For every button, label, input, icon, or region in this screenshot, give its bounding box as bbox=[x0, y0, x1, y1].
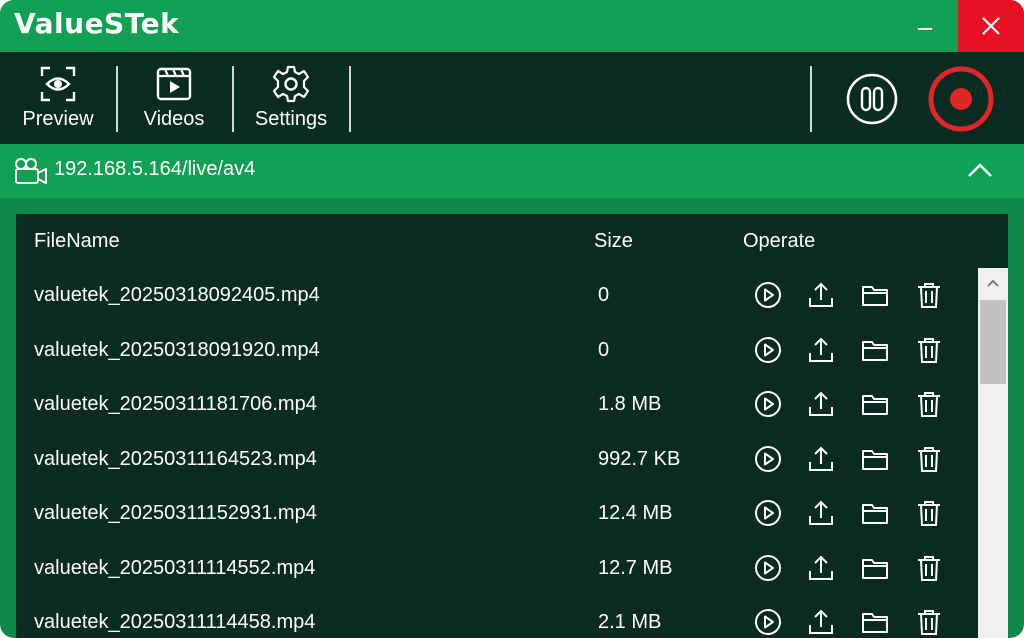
upload-icon[interactable] bbox=[806, 607, 836, 637]
stream-url: 192.168.5.164/live/av4 bbox=[54, 158, 256, 180]
file-name: valuetek_20250311114552.mp4 bbox=[34, 556, 316, 579]
table-row: valuetek_20250318091920.mp4 0 bbox=[16, 323, 976, 377]
close-icon bbox=[982, 17, 1000, 35]
upload-icon[interactable] bbox=[806, 444, 836, 474]
delete-icon[interactable] bbox=[914, 444, 944, 474]
folder-icon[interactable] bbox=[860, 498, 890, 528]
play-icon[interactable] bbox=[753, 444, 783, 474]
play-icon[interactable] bbox=[753, 280, 783, 310]
eye-scan-icon bbox=[40, 66, 76, 102]
header-filename: FileName bbox=[34, 230, 120, 252]
delete-icon[interactable] bbox=[914, 335, 944, 365]
file-size: 12.4 MB bbox=[598, 502, 673, 524]
settings-button[interactable]: Settings bbox=[241, 64, 341, 131]
videos-button[interactable]: Videos bbox=[124, 64, 224, 131]
file-name: valuetek_20250311114458.mp4 bbox=[34, 611, 316, 633]
table-header: FileName Size Operate bbox=[16, 214, 1008, 268]
scrollbar[interactable] bbox=[978, 268, 1008, 638]
upload-icon[interactable] bbox=[806, 498, 836, 528]
play-icon[interactable] bbox=[753, 389, 783, 419]
file-size: 992.7 KB bbox=[598, 447, 681, 470]
chevron-up-icon[interactable] bbox=[966, 160, 994, 180]
upload-icon[interactable] bbox=[806, 389, 836, 419]
minimize-button[interactable] bbox=[902, 0, 958, 52]
upload-icon[interactable] bbox=[806, 280, 836, 310]
stream-bar[interactable]: 192.168.5.164/live/av4 bbox=[0, 144, 1024, 198]
play-icon[interactable] bbox=[753, 553, 783, 583]
file-name: valuetek_20250318091920.mp4 bbox=[34, 338, 320, 361]
delete-icon[interactable] bbox=[914, 280, 944, 310]
file-size: 2.1 MB bbox=[598, 611, 662, 633]
folder-icon[interactable] bbox=[860, 553, 890, 583]
table-row: valuetek_20250311164523.mp4 992.7 KB bbox=[16, 432, 976, 486]
file-name: valuetek_20250318092405.mp4 bbox=[34, 284, 320, 306]
toolbar-divider bbox=[349, 66, 351, 132]
title-bar: ValueSTek bbox=[0, 0, 1024, 52]
folder-icon[interactable] bbox=[860, 280, 890, 310]
upload-icon[interactable] bbox=[806, 335, 836, 365]
table-row: valuetek_20250311114552.mp4 12.7 MB bbox=[16, 541, 976, 595]
pause-icon[interactable] bbox=[845, 72, 899, 126]
file-name: valuetek_20250311152931.mp4 bbox=[34, 502, 317, 524]
settings-label: Settings bbox=[254, 108, 328, 130]
folder-icon[interactable] bbox=[860, 444, 890, 474]
delete-icon[interactable] bbox=[914, 607, 944, 637]
videos-label: Videos bbox=[143, 108, 205, 130]
record-icon[interactable] bbox=[926, 64, 996, 134]
file-size: 0 bbox=[598, 338, 610, 361]
delete-icon[interactable] bbox=[914, 389, 944, 419]
toolbar-divider bbox=[232, 66, 234, 132]
folder-icon[interactable] bbox=[860, 389, 890, 419]
preview-label: Preview bbox=[22, 108, 94, 130]
preview-button[interactable]: Preview bbox=[8, 64, 108, 131]
scroll-up-icon[interactable] bbox=[978, 268, 1008, 298]
camera-icon bbox=[15, 158, 47, 184]
file-size: 0 bbox=[598, 284, 610, 306]
file-size: 12.7 MB bbox=[598, 556, 673, 579]
app-window: ValueSTek Preview Videos Settings 192.16… bbox=[0, 0, 1024, 638]
file-name: valuetek_20250311181706.mp4 bbox=[34, 393, 317, 415]
app-logo: ValueSTek bbox=[14, 7, 180, 40]
file-size: 1.8 MB bbox=[598, 393, 662, 415]
delete-icon[interactable] bbox=[914, 553, 944, 583]
delete-icon[interactable] bbox=[914, 498, 944, 528]
play-icon[interactable] bbox=[753, 498, 783, 528]
close-button[interactable] bbox=[958, 0, 1024, 52]
gear-icon bbox=[272, 65, 310, 103]
folder-icon[interactable] bbox=[860, 335, 890, 365]
table-row: valuetek_20250318092405.mp4 0 bbox=[16, 268, 976, 322]
folder-icon[interactable] bbox=[860, 607, 890, 637]
upload-icon[interactable] bbox=[806, 553, 836, 583]
toolbar-divider bbox=[116, 66, 118, 132]
table-row: valuetek_20250311114458.mp4 2.1 MB bbox=[16, 595, 976, 638]
header-operate: Operate bbox=[743, 230, 816, 252]
scrollbar-thumb[interactable] bbox=[980, 300, 1006, 384]
toolbar-divider bbox=[810, 66, 812, 132]
video-icon bbox=[156, 67, 192, 101]
play-icon[interactable] bbox=[753, 335, 783, 365]
table-row: valuetek_20250311181706.mp4 1.8 MB bbox=[16, 377, 976, 431]
play-icon[interactable] bbox=[753, 607, 783, 637]
table-row: valuetek_20250311152931.mp4 12.4 MB bbox=[16, 486, 976, 540]
toolbar: Preview Videos Settings bbox=[0, 52, 1024, 144]
file-name: valuetek_20250311164523.mp4 bbox=[34, 447, 317, 470]
recordings-panel: FileName Size Operate valuetek_202503180… bbox=[16, 214, 1008, 638]
header-size: Size bbox=[594, 230, 633, 252]
